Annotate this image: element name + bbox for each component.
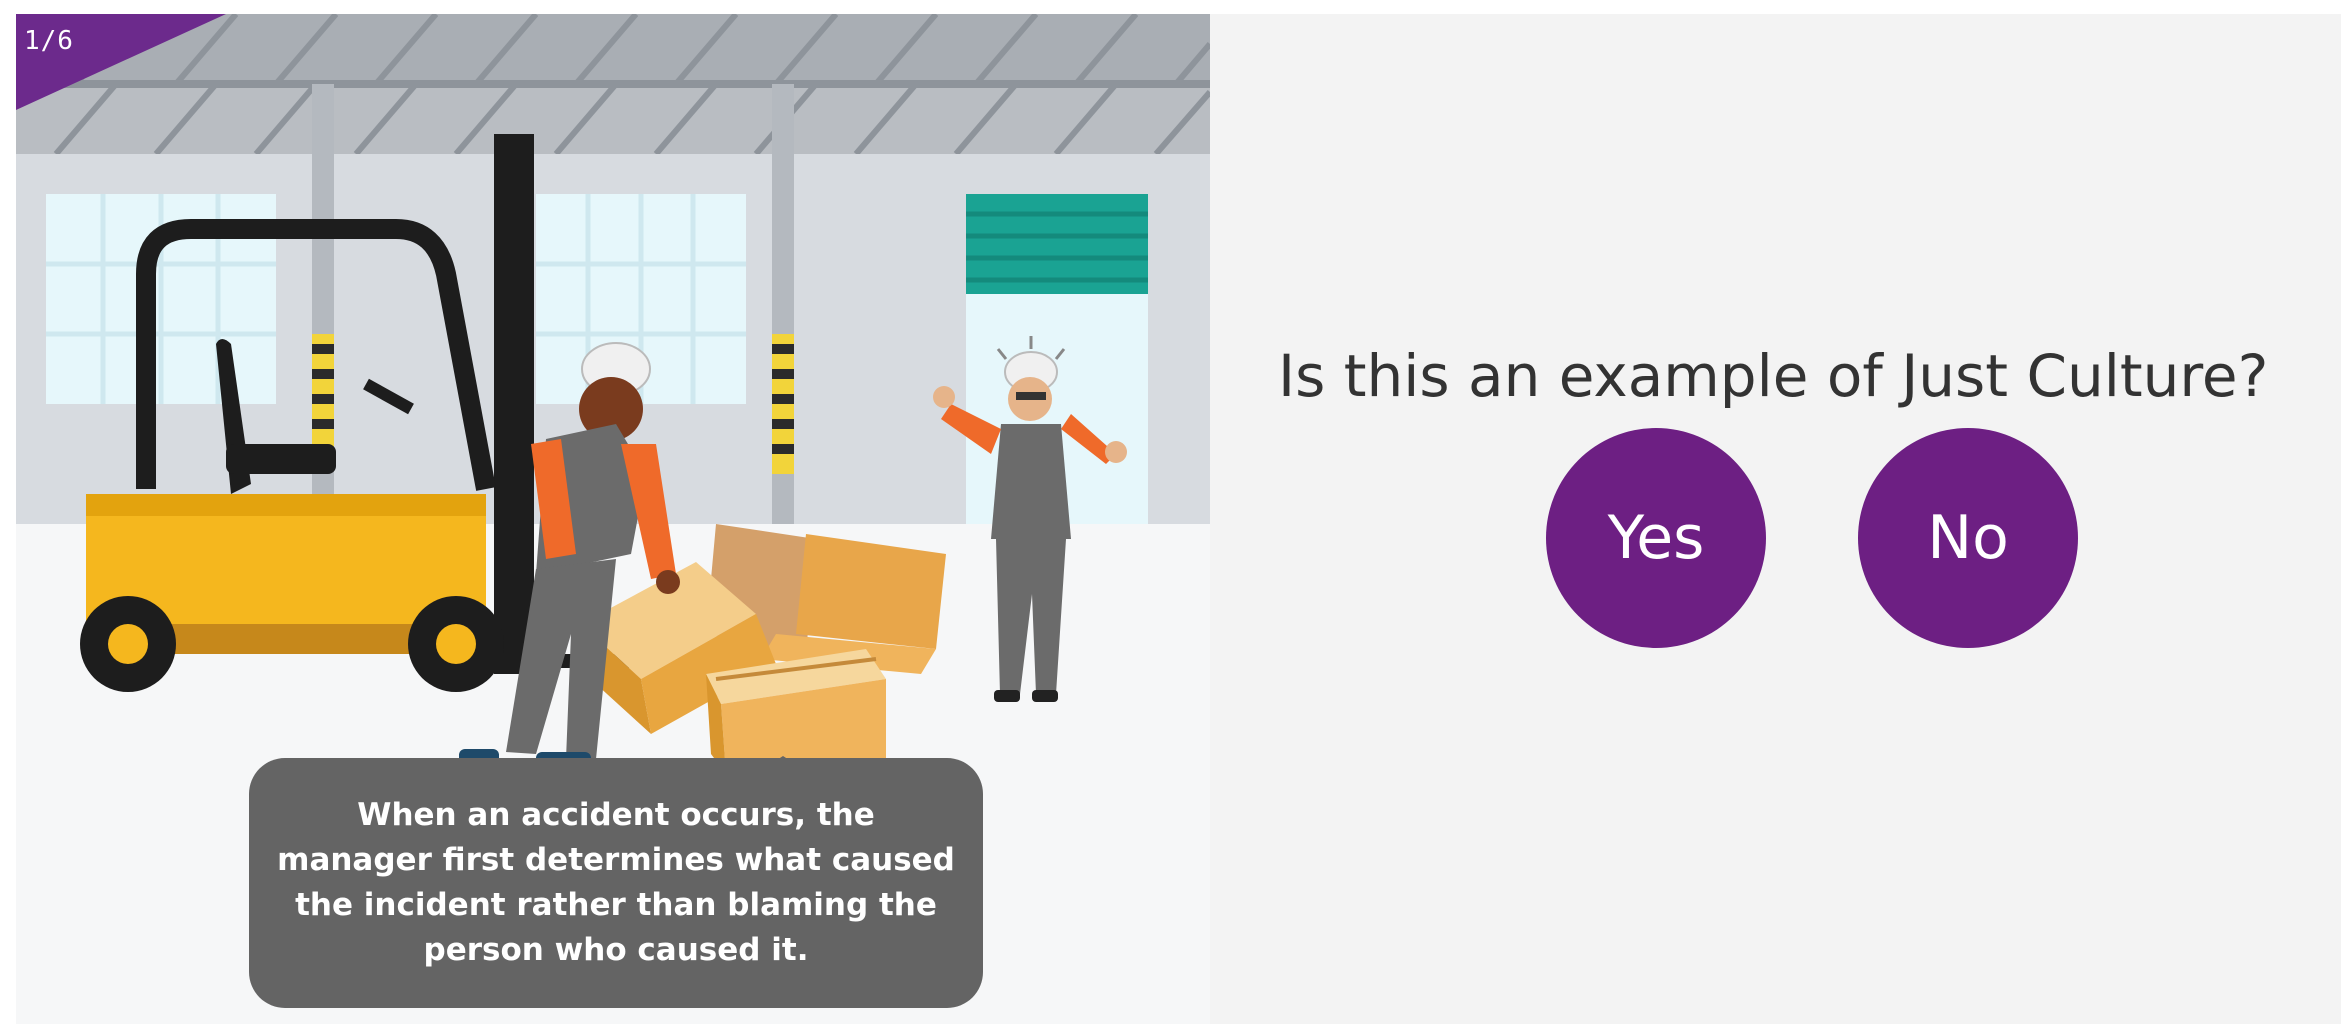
scenario-caption: When an accident occurs, the manager fir… bbox=[249, 758, 983, 1008]
no-button[interactable]: No bbox=[1858, 428, 2078, 648]
question-panel: Is this an example of Just Culture? Yes … bbox=[1210, 14, 2341, 1024]
question-text: Is this an example of Just Culture? bbox=[1278, 342, 2269, 410]
slide-counter: 1/6 bbox=[24, 26, 74, 56]
roof-truss bbox=[16, 14, 1210, 156]
illustration-panel: 1/6 When an accident occurs, the manager… bbox=[16, 14, 1210, 1024]
yes-button[interactable]: Yes bbox=[1546, 428, 1766, 648]
quiz-slide: 1/6 When an accident occurs, the manager… bbox=[0, 0, 2341, 1024]
